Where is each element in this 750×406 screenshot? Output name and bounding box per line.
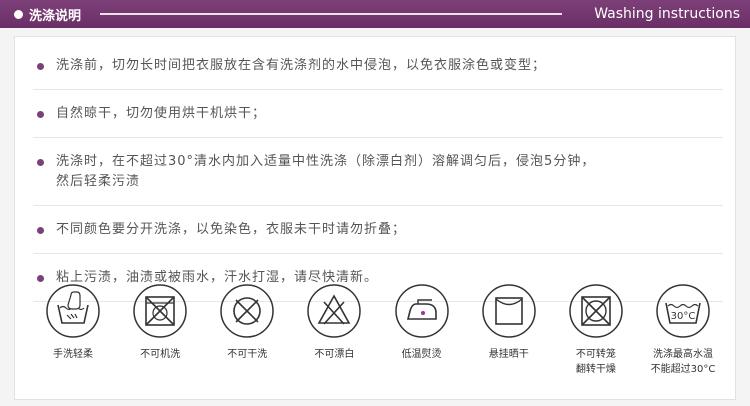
bullet-icon	[37, 111, 44, 118]
no-bleach-icon	[307, 284, 362, 338]
instruction-text: 自然晾干，切勿使用烘干机烘干；	[56, 106, 267, 121]
temp-text: 30°C	[671, 311, 696, 322]
list-item: 洗涤前，切勿长时间把衣服放在含有洗涤剂的水中侵泡，以免衣服涂色或变型；	[33, 45, 723, 90]
care-label: 不可转笼 翻转干燥	[575, 349, 616, 375]
care-label: 不可干洗	[227, 349, 268, 360]
hand-wash-icon	[46, 284, 100, 338]
care-item-hand-wash: 手洗轻柔	[33, 283, 113, 393]
care-item-low-iron: 低温熨烫	[382, 283, 462, 393]
instructions-panel: 洗涤前，切勿长时间把衣服放在含有洗涤剂的水中侵泡，以免衣服涂色或变型； 自然晾干…	[14, 36, 736, 400]
header-bar: 洗涤说明 Washing instructions	[0, 0, 750, 28]
list-item: 洗涤时，在不超过30°清水内加入适量中性洗涤（除漂白剂）溶解调匀后，侵泡5分钟，…	[33, 138, 723, 206]
low-iron-icon	[394, 284, 449, 338]
hang-dry-icon	[481, 284, 536, 338]
no-machine-wash-icon	[133, 284, 187, 338]
care-item-max-wash-30: 30°C 洗涤最高水温 不能超过30°C	[643, 283, 723, 393]
no-dry-clean-icon	[220, 284, 275, 338]
header-divider	[100, 13, 562, 15]
care-item-no-machine-wash: 不可机洗	[120, 283, 200, 393]
bullet-icon	[37, 227, 44, 234]
max-wash-30-icon: 30°C	[656, 284, 710, 338]
instruction-text: 不同颜色要分开洗涤，以免染色，衣服未干时请勿折叠；	[56, 222, 407, 237]
care-item-no-bleach: 不可漂白	[294, 283, 374, 393]
care-label: 悬挂晒干	[488, 349, 529, 360]
care-label: 不可漂白	[314, 349, 355, 360]
bullet-icon	[37, 63, 44, 70]
care-label: 手洗轻柔	[53, 349, 93, 360]
instruction-text: 洗涤时，在不超过30°清水内加入适量中性洗涤（除漂白剂）溶解调匀后，侵泡5分钟，…	[56, 154, 596, 189]
header-title-group: 洗涤说明	[14, 0, 81, 28]
care-label: 低温熨烫	[401, 349, 442, 360]
care-item-no-dry-clean: 不可干洗	[207, 283, 287, 393]
header-title: 洗涤说明	[29, 8, 82, 24]
instruction-text: 洗涤前，切勿长时间把衣服放在含有洗涤剂的水中侵泡，以免衣服涂色或变型；	[56, 58, 547, 73]
care-item-hang-dry: 悬挂晒干	[469, 283, 549, 393]
list-item: 不同颜色要分开洗涤，以免染色，衣服未干时请勿折叠；	[33, 206, 723, 254]
list-item: 自然晾干，切勿使用烘干机烘干；	[33, 90, 723, 138]
bullet-icon	[37, 159, 44, 166]
instruction-list: 洗涤前，切勿长时间把衣服放在含有洗涤剂的水中侵泡，以免衣服涂色或变型； 自然晾干…	[33, 45, 723, 302]
care-item-no-tumble-dry: 不可转笼 翻转干燥	[556, 283, 636, 393]
header-subtitle: Washing instructions	[594, 6, 740, 22]
care-label: 不可机洗	[140, 349, 181, 360]
care-icons-row: 手洗轻柔 不可机洗 不可干洗 不可漂白 低温熨烫 悬挂晒干 不可转笼 翻转干燥 …	[33, 283, 723, 393]
bullet-icon	[37, 275, 44, 282]
header-dot-icon	[14, 9, 23, 19]
care-label: 洗涤最高水温 不能超过30°C	[650, 349, 716, 375]
no-tumble-dry-icon	[569, 284, 623, 338]
